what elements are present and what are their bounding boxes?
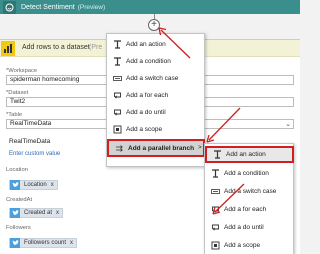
add-rows-preview-label: (Pre (89, 44, 103, 51)
twitter-icon (10, 238, 20, 248)
menu-add-parallel-branch[interactable]: Add a parallel branch > (107, 139, 205, 157)
action-icon (213, 150, 222, 159)
loop-icon (211, 205, 220, 214)
menu-add-for-each[interactable]: Add a for each (107, 87, 168, 104)
chevron-down-icon[interactable]: ⌄ (285, 121, 291, 128)
detect-sentiment-title: Detect Sentiment (21, 3, 75, 11)
submenu-add-action-label: Add an action (226, 151, 266, 158)
submenu-add-do-until[interactable]: Add a do until (205, 219, 264, 236)
table-label: *Table (6, 112, 23, 118)
location-token-remove-icon[interactable]: x (51, 182, 54, 188)
submenu-add-condition-label: Add a condition (224, 170, 269, 177)
switch-case-icon (113, 74, 122, 83)
detect-sentiment-card[interactable]: Detect Sentiment (Preview) (0, 0, 300, 14)
table-option[interactable]: RealTimeData (9, 138, 50, 145)
submenu-add-for-each[interactable]: Add a for each (205, 201, 266, 218)
dataset-label: *Dataset (6, 90, 29, 96)
scope-icon (211, 241, 220, 250)
condition-icon (113, 57, 122, 66)
location-token[interactable]: Location x (9, 180, 58, 190)
menu-add-parallel-branch-label: Add a parallel branch (128, 144, 195, 152)
createdat-token-label: Created at (24, 210, 53, 216)
menu-add-switch-case[interactable]: Add a switch case (107, 70, 178, 87)
createdat-token[interactable]: Created at x (9, 208, 64, 218)
menu-add-do-until[interactable]: Add a do until (107, 104, 166, 121)
menu-add-scope-label: Add a scope (126, 126, 163, 133)
do-until-icon (211, 223, 220, 232)
createdat-token-remove-icon[interactable]: x (56, 210, 59, 216)
menu-add-scope[interactable]: Add a scope (107, 121, 162, 138)
sentiment-icon (3, 0, 16, 14)
submenu-add-scope[interactable]: Add a scope (205, 237, 260, 254)
detect-sentiment-preview-label: (Preview) (77, 3, 106, 11)
action-icon (113, 40, 122, 49)
enter-custom-value-link[interactable]: Enter custom value (9, 151, 60, 157)
scope-icon (113, 125, 122, 134)
insert-step-menu: Add an action Add a condition Add a swit… (106, 33, 205, 167)
workspace-label: *Workspace (6, 68, 38, 74)
loop-icon (113, 91, 122, 100)
menu-add-action-label: Add an action (126, 41, 166, 48)
switch-case-icon (211, 187, 220, 196)
parallel-branch-icon (115, 144, 124, 153)
submenu-add-for-each-label: Add a for each (224, 206, 267, 213)
submenu-add-switch-case-label: Add a switch case (224, 188, 277, 195)
add-rows-card-title: Add rows to a dataset (22, 44, 90, 51)
location-label: Location (6, 167, 28, 173)
table-field-value: RealTimeData (10, 120, 52, 127)
menu-add-condition[interactable]: Add a condition (107, 53, 171, 70)
menu-add-action[interactable]: Add an action (107, 36, 166, 53)
insert-step-plus-button[interactable]: + (148, 19, 160, 31)
menu-add-do-until-label: Add a do until (126, 109, 166, 116)
followers-token-remove-icon[interactable]: x (70, 240, 73, 246)
menu-add-for-each-label: Add a for each (126, 92, 169, 99)
power-bi-icon (1, 41, 15, 56)
submenu-add-condition[interactable]: Add a condition (205, 165, 269, 182)
submenu-add-do-until-label: Add a do until (224, 224, 264, 231)
submenu-add-action[interactable]: Add an action (205, 146, 294, 163)
submenu-add-scope-label: Add a scope (224, 242, 261, 249)
menu-add-switch-case-label: Add a switch case (126, 75, 179, 82)
submenu-add-switch-case[interactable]: Add a switch case (205, 183, 276, 200)
condition-icon (211, 169, 220, 178)
menu-add-condition-label: Add a condition (126, 58, 171, 65)
twitter-icon (10, 180, 20, 190)
followers-token[interactable]: Followers count x (9, 238, 78, 248)
followers-label: Followers (6, 225, 31, 231)
location-token-label: Location (24, 182, 47, 188)
createdat-label: CreatedAt (6, 197, 33, 203)
chevron-right-icon: > (198, 145, 202, 151)
do-until-icon (113, 108, 122, 117)
parallel-branch-submenu: Add an action Add a condition Add a swit… (204, 143, 294, 254)
twitter-icon (10, 208, 20, 218)
followers-token-label: Followers count (24, 240, 67, 246)
